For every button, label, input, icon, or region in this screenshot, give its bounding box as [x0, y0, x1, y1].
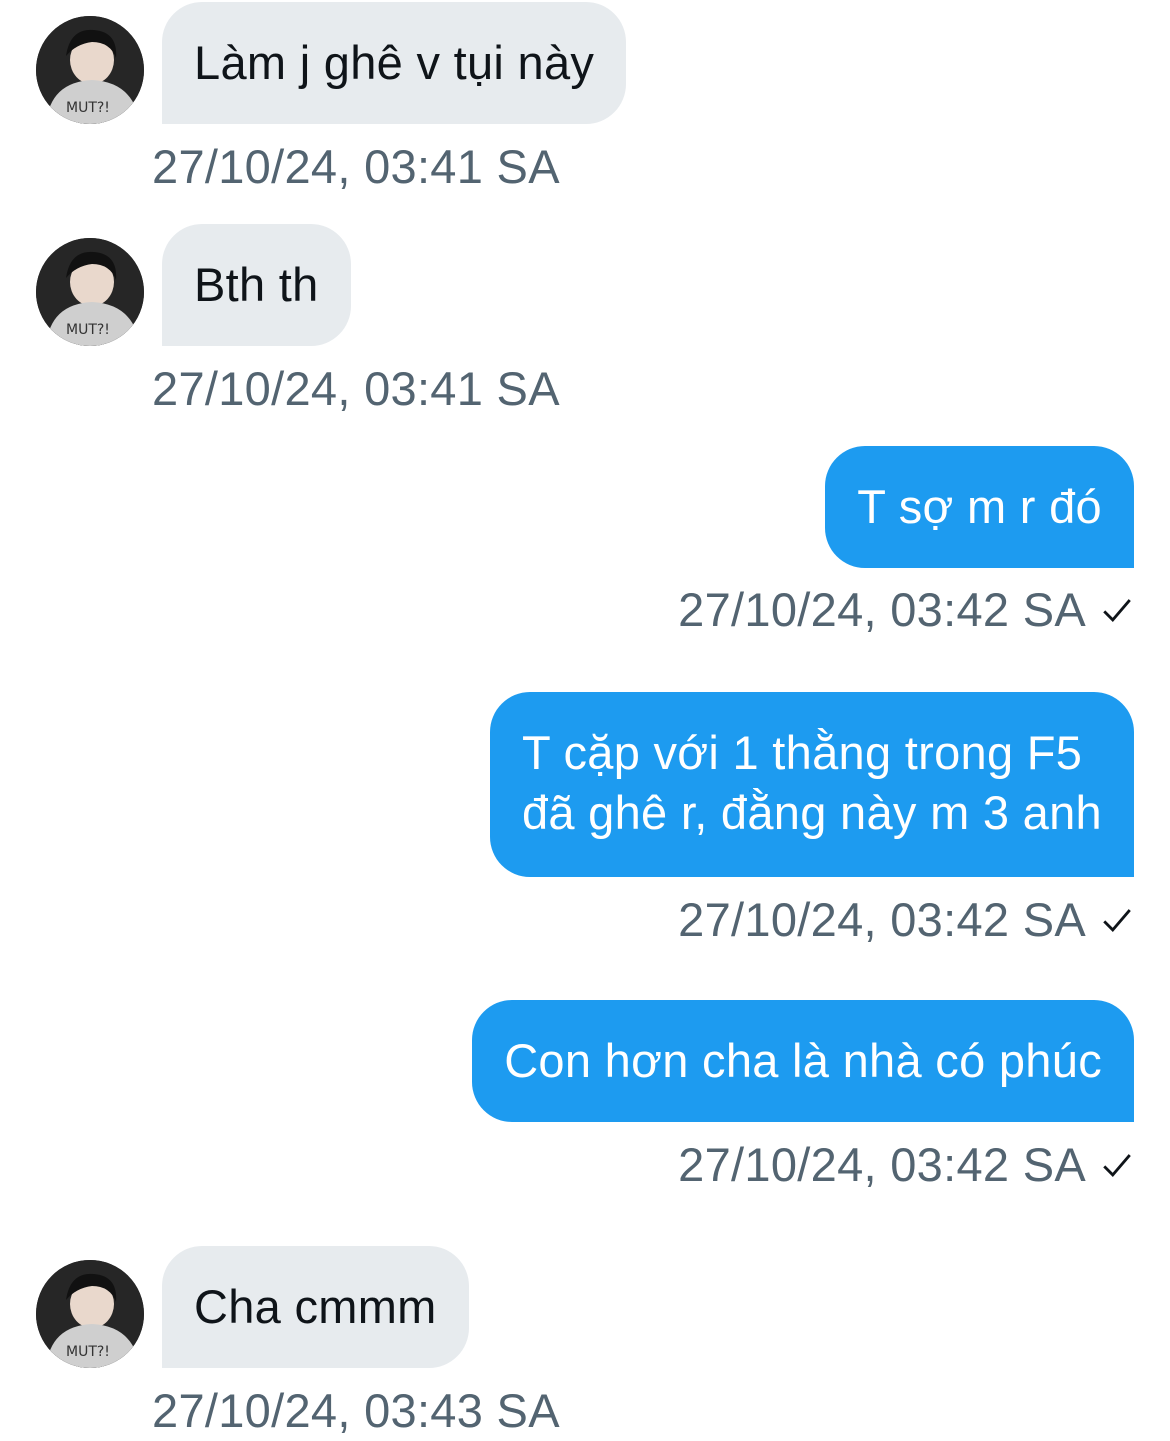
message-timestamp: 27/10/24, 03:42 SA [678, 583, 1086, 636]
message-text: T sợ m r đó [857, 480, 1102, 533]
message-meta: 27/10/24, 03:42 SA [678, 1137, 1134, 1193]
message-meta: 27/10/24, 03:42 SA [678, 582, 1134, 638]
message-bubble-incoming[interactable]: Làm j ghê v tụi này [162, 2, 627, 124]
message-text: Bth th [194, 258, 319, 311]
avatar-photo: MUT?! [36, 238, 144, 346]
message-bubble-incoming[interactable]: Cha cmmm [162, 1246, 469, 1368]
avatar-photo: MUT?! [36, 16, 144, 124]
message-text-line: đã ghê r, đằng này m 3 anh [521, 786, 1102, 839]
svg-text:MUT?!: MUT?! [66, 322, 110, 338]
svg-text:MUT?!: MUT?! [66, 100, 110, 116]
avatar-photo: MUT?! [36, 1260, 144, 1368]
message-thread: MUT?! Làm j ghê v tụi này 27/10/24, 03:4… [0, 0, 1170, 1441]
sender-avatar[interactable]: MUT?! [36, 16, 144, 124]
check-icon [1103, 909, 1131, 933]
check-icon [1103, 1154, 1131, 1178]
message-meta: 27/10/24, 03:42 SA [678, 892, 1134, 948]
svg-text:MUT?!: MUT?! [66, 1344, 110, 1360]
message-bubble-outgoing[interactable]: T sợ m r đó [825, 446, 1134, 568]
message-text: Làm j ghê v tụi này [194, 36, 595, 89]
message-timestamp: 27/10/24, 03:42 SA [678, 1138, 1086, 1191]
message-bubble-outgoing[interactable]: T cặp với 1 thằng trong F5 đã ghê r, đằn… [489, 692, 1134, 877]
sender-avatar[interactable]: MUT?! [36, 1260, 144, 1368]
message-bubble-outgoing[interactable]: Con hơn cha là nhà có phúc [472, 1000, 1134, 1122]
message-bubble-incoming[interactable]: Bth th [162, 224, 351, 346]
check-icon [1103, 599, 1131, 623]
message-text: Con hơn cha là nhà có phúc [504, 1034, 1102, 1087]
message-text-line: T cặp với 1 thằng trong F5 [521, 726, 1083, 779]
message-timestamp: 27/10/24, 03:43 SA [152, 1384, 560, 1437]
message-text: Cha cmmm [194, 1280, 437, 1333]
sender-avatar[interactable]: MUT?! [36, 238, 144, 346]
message-timestamp: 27/10/24, 03:41 SA [152, 140, 560, 193]
message-timestamp: 27/10/24, 03:41 SA [152, 362, 560, 415]
message-timestamp: 27/10/24, 03:42 SA [678, 893, 1086, 946]
